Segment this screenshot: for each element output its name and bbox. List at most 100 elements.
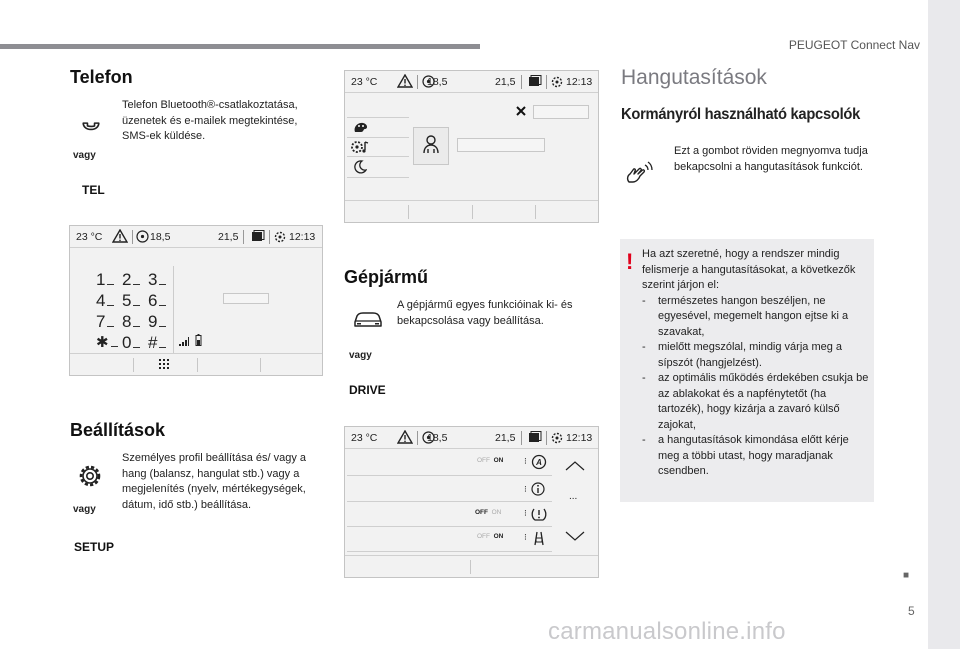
keypad-icon[interactable] — [157, 358, 171, 375]
gepjarmu-title: Gépjármű — [344, 267, 429, 287]
hangutasitasok-title: Hangutasítások — [621, 66, 767, 89]
dial-keypad: 1 2 3 4 5 6 7 8 9 ✱ 0 # — [92, 266, 174, 354]
warning-icon — [396, 429, 414, 447]
list-item: az optimális működés érdekében csukja be… — [642, 371, 872, 433]
phone-icon — [76, 106, 106, 136]
settings-screen: 23 °C 18,5 21,5 12:13 — [344, 70, 599, 223]
key-1[interactable]: 1 — [96, 270, 115, 290]
page-number: 5 — [908, 604, 915, 618]
battery-icon — [195, 334, 202, 346]
close-icon[interactable] — [515, 105, 527, 117]
key-2[interactable]: 2 — [122, 270, 141, 290]
status-left-value: 18,5 — [150, 231, 171, 243]
page-marker: ■ — [903, 570, 910, 581]
key-5[interactable]: 5 — [122, 291, 141, 311]
warning-text: Ha azt szeretné, hogy a rendszer mindig … — [642, 247, 872, 480]
color-palette-icon[interactable] — [353, 121, 369, 134]
page-side-band — [928, 0, 960, 649]
phone-status-icon — [251, 230, 265, 246]
list-item: mielőtt megszólal, mindig várja meg a sí… — [642, 340, 872, 371]
key-7[interactable]: 7 — [96, 312, 115, 332]
phone-status-icon — [528, 431, 542, 447]
key-hash[interactable]: # — [148, 333, 167, 353]
header-rule — [0, 44, 480, 49]
gepjarmu-description: A gépjármű egyes funkcióinak ki- és beka… — [397, 299, 573, 327]
voice-command-icon — [623, 158, 657, 188]
status-right-value: 21,5 — [495, 76, 516, 88]
fan-icon — [136, 230, 149, 246]
status-temp: 23 °C — [76, 231, 103, 243]
beallitasok-or: vagy — [73, 504, 96, 515]
hangutasitasok-subtitle: Kormányról használható kapcsolók — [621, 106, 861, 123]
phone-status-icon — [528, 75, 542, 91]
tel-key[interactable]: TEL — [82, 183, 105, 197]
telefon-description: Telefon Bluetooth®-csatlakoztatása, üzen… — [122, 99, 298, 142]
warning-icon — [111, 228, 129, 246]
key-4[interactable]: 4 — [96, 291, 115, 311]
key-0[interactable]: 0 — [122, 333, 141, 353]
drive-key[interactable]: DRIVE — [349, 383, 386, 397]
warning-icon — [396, 73, 414, 91]
status-temp: 23 °C — [351, 76, 378, 88]
info-icon — [531, 482, 545, 496]
number-display-field[interactable] — [223, 293, 269, 304]
setup-key[interactable]: SETUP — [74, 540, 114, 554]
gear-icon — [76, 462, 104, 490]
list-item: természetes hangon beszéljen, ne egyesév… — [642, 294, 872, 341]
profile-field[interactable] — [533, 105, 589, 119]
key-star[interactable]: ✱ — [96, 333, 118, 351]
list-item: a hangutasítások kimondása előtt kérje m… — [642, 433, 872, 480]
settings-status-icon — [550, 75, 564, 92]
status-right-value: 21,5 — [218, 231, 239, 243]
signal-icon — [179, 336, 191, 346]
nav-bar — [345, 200, 598, 222]
status-time: 12:13 — [566, 432, 593, 444]
key-8[interactable]: 8 — [122, 312, 141, 332]
header-title: PEUGEOT Connect Nav — [788, 38, 920, 52]
drive-screen: 23 °C 18,5 21,5 12:13 OFF ON ⁝ A ⁝ OFF O… — [344, 426, 599, 578]
telefon-title: Telefon — [70, 67, 133, 87]
status-time: 12:13 — [566, 76, 593, 88]
car-icon — [352, 309, 384, 329]
gepjarmu-or: vagy — [349, 350, 372, 361]
chevron-up-icon[interactable] — [565, 461, 585, 471]
status-time: 12:13 — [289, 231, 316, 243]
key-6[interactable]: 6 — [148, 291, 167, 311]
audio-settings-icon[interactable] — [350, 139, 370, 155]
nav-bar — [345, 555, 598, 577]
status-right-value: 21,5 — [495, 432, 516, 444]
night-mode-icon[interactable] — [353, 160, 367, 174]
hangutasitasok-description: Ezt a gombot röviden megnyomva tudja bek… — [674, 145, 868, 173]
beallitasok-title: Beállítások — [70, 420, 166, 440]
warning-intro: Ha azt szeretné, hogy a rendszer mindig … — [642, 248, 856, 291]
settings-status-icon — [550, 431, 564, 448]
watermark: carmanualsonline.info — [548, 618, 786, 645]
settings-status-icon — [273, 230, 287, 247]
key-9[interactable]: 9 — [148, 312, 167, 332]
warning-box: ! Ha azt szeretné, hogy a rendszer mindi… — [620, 239, 874, 502]
warning-icon: ! — [626, 249, 634, 274]
key-3[interactable]: 3 — [148, 270, 167, 290]
more-indicator: ... — [569, 491, 578, 502]
tyre-pressure-icon — [531, 506, 547, 522]
driver-assist-icon: A — [531, 454, 547, 470]
chevron-down-icon[interactable] — [565, 531, 585, 541]
beallitasok-description: Személyes profil beállítása és/ vagy a h… — [122, 452, 307, 511]
toggle-3[interactable]: OFF ON — [477, 533, 503, 540]
telefon-screen: 23 °C 18,5 21,5 12:13 1 2 3 4 5 6 7 8 9 … — [69, 225, 323, 376]
status-left-value: 18,5 — [427, 76, 448, 88]
status-left-value: 18,5 — [427, 432, 448, 444]
warning-list: természetes hangon beszéljen, ne egyesév… — [642, 294, 872, 480]
status-bar: 23 °C 18,5 21,5 12:13 — [70, 226, 322, 248]
svg-text:A: A — [535, 458, 542, 467]
profile-name-field[interactable] — [457, 138, 545, 152]
status-bar: 23 °C 18,5 21,5 12:13 — [345, 71, 598, 93]
toggle-1[interactable]: OFF ON — [477, 457, 503, 464]
status-temp: 23 °C — [351, 432, 378, 444]
status-bar: 23 °C 18,5 21,5 12:13 — [345, 427, 598, 449]
nav-bar — [70, 353, 322, 375]
profile-avatar-button[interactable] — [413, 127, 449, 165]
lane-assist-icon — [531, 530, 547, 546]
toggle-2[interactable]: OFF ON — [475, 509, 501, 516]
telefon-or: vagy — [73, 150, 96, 161]
